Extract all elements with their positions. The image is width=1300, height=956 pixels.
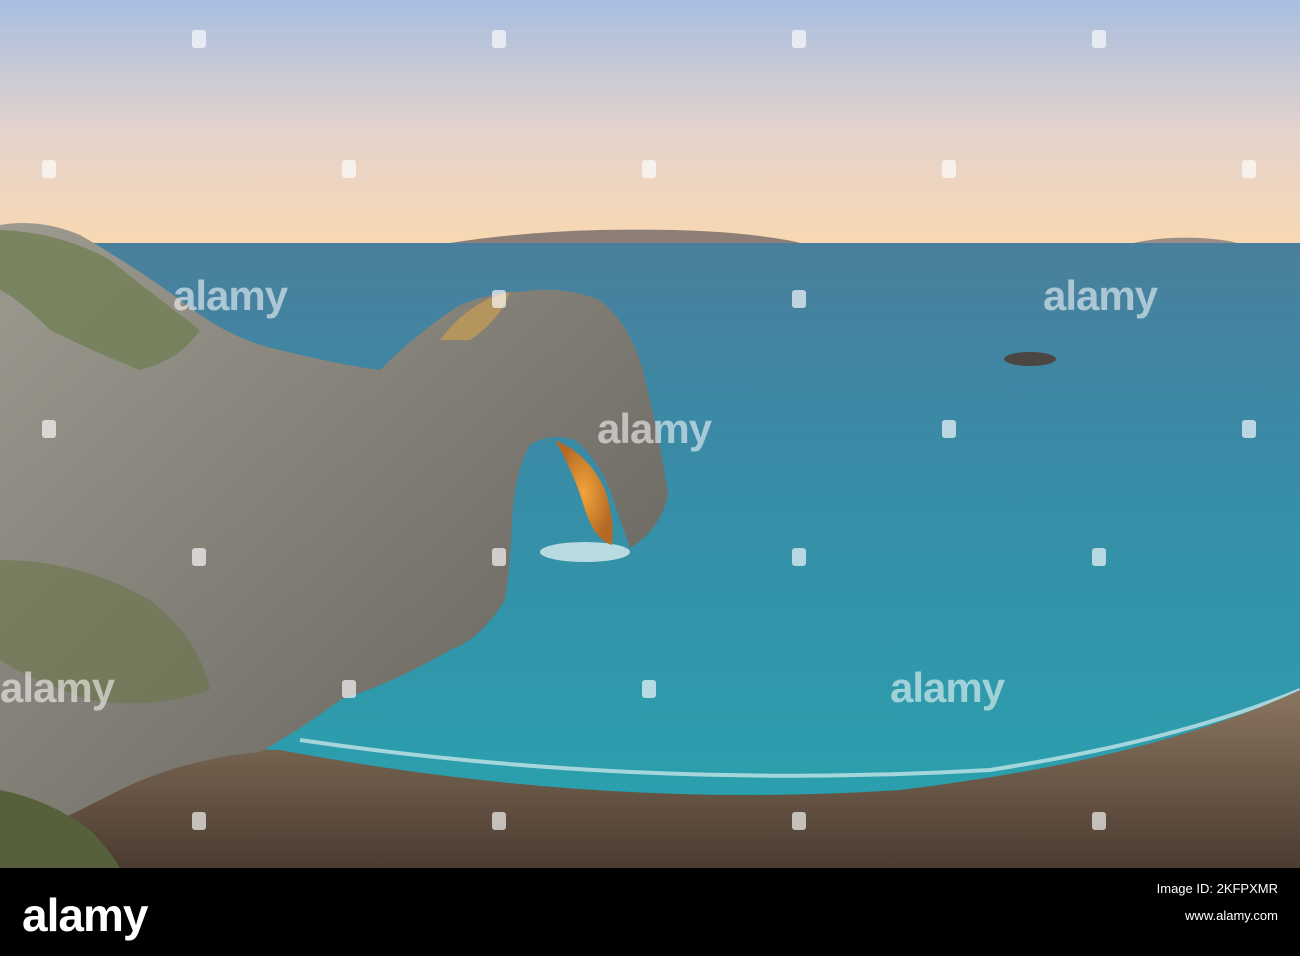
watermark-logo-icon — [192, 812, 206, 830]
watermark-logo-icon — [1092, 812, 1106, 830]
watermark-text: alamy — [890, 664, 1005, 711]
watermark-logo-icon — [42, 160, 56, 178]
watermark-logo-icon — [792, 812, 806, 830]
watermark-text: alamy — [597, 405, 712, 452]
watermark-logo-icon — [492, 548, 506, 566]
watermark-logo-icon — [492, 290, 506, 308]
watermark-logo-icon — [792, 290, 806, 308]
footer-brand-logo: alamy — [22, 889, 148, 941]
watermark-logo-icon — [642, 160, 656, 178]
watermark-text: alamy — [173, 272, 288, 319]
watermark-text: alamy — [0, 664, 115, 711]
watermark-logo-icon — [492, 30, 506, 48]
watermark-logo-icon — [1092, 548, 1106, 566]
image-id-label: Image ID: 2KFPXMR — [1156, 881, 1278, 896]
watermark-logo-icon — [492, 812, 506, 830]
surf-foam — [540, 542, 630, 562]
footer-bar: alamy Image ID: 2KFPXMR www.alamy.com — [0, 868, 1300, 956]
watermark-logo-icon — [792, 548, 806, 566]
watermark-logo-icon — [192, 30, 206, 48]
domain-label: www.alamy.com — [1185, 908, 1278, 923]
photo: alamy alamy alamy alamy alamy — [0, 0, 1300, 868]
watermark-logo-icon — [1092, 30, 1106, 48]
watermark-logo-icon — [1242, 420, 1256, 438]
watermark-logo-icon — [942, 160, 956, 178]
watermark-logo-icon — [42, 420, 56, 438]
watermark-logo-icon — [942, 420, 956, 438]
watermark-logo-icon — [342, 160, 356, 178]
sea-rock — [1004, 352, 1056, 366]
watermark-logo-icon — [342, 680, 356, 698]
watermark-logo-icon — [792, 30, 806, 48]
watermark-logo-icon — [642, 680, 656, 698]
watermark-text: alamy — [1043, 272, 1158, 319]
watermark-logo-icon — [192, 548, 206, 566]
watermark-logo-icon — [1242, 160, 1256, 178]
